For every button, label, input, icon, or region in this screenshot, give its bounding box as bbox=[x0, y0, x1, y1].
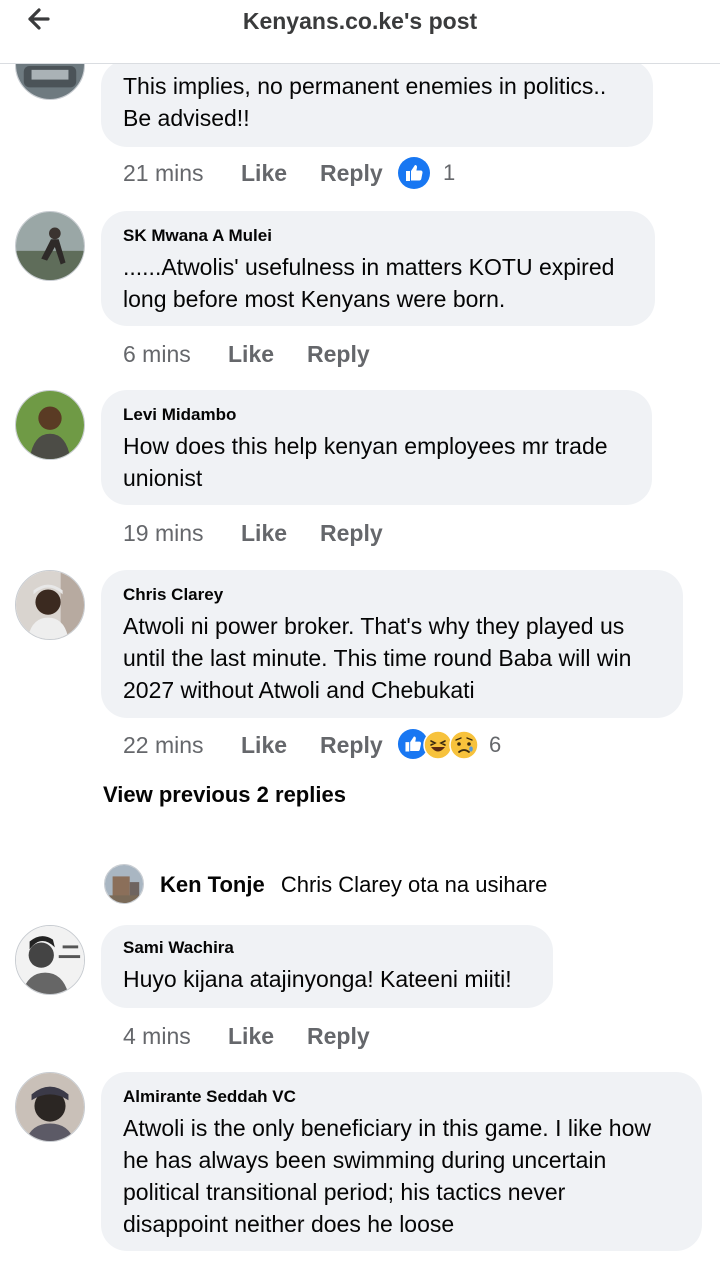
comment-actions: 4 mins Like Reply bbox=[123, 1019, 423, 1053]
avatar[interactable] bbox=[15, 1072, 85, 1142]
comment-actions: 6 mins Like Reply bbox=[123, 337, 423, 371]
reply-text: Chris Clarey ota na usihare bbox=[280, 872, 548, 897]
comment-time: 21 mins bbox=[123, 160, 204, 186]
reaction-summary[interactable]: 1 bbox=[397, 156, 467, 190]
page-title: Kenyans.co.ke's post bbox=[242, 8, 478, 34]
like-button[interactable]: Like bbox=[241, 516, 287, 550]
comment-bubble[interactable]: Chris Clarey Atwoli ni power broker. Tha… bbox=[101, 570, 683, 718]
avatar[interactable] bbox=[15, 925, 85, 995]
commenter-name[interactable]: Sami Wachira bbox=[123, 937, 531, 959]
comment-text: How does this help kenyan employees mr t… bbox=[123, 433, 608, 491]
comment-bubble[interactable]: This implies, no permanent enemies in po… bbox=[101, 60, 653, 147]
reaction-count: 6 bbox=[489, 732, 502, 757]
avatar[interactable] bbox=[15, 570, 85, 640]
top-bar: Kenyans.co.ke's post bbox=[0, 0, 720, 64]
reply-button[interactable]: Reply bbox=[320, 516, 383, 550]
like-button[interactable]: Like bbox=[228, 337, 274, 371]
comment-time: 22 mins bbox=[123, 732, 204, 758]
comment-text: Atwoli is the only beneficiary in this g… bbox=[123, 1115, 651, 1237]
reply-button[interactable]: Reply bbox=[307, 337, 370, 371]
comment-time: 4 mins bbox=[123, 1023, 191, 1049]
avatar[interactable] bbox=[15, 390, 85, 460]
sad-reaction-icon bbox=[449, 730, 479, 760]
comment-text: This implies, no permanent enemies in po… bbox=[123, 73, 607, 131]
avatar[interactable] bbox=[15, 211, 85, 281]
reply-button[interactable]: Reply bbox=[320, 728, 383, 762]
comment-time: 6 mins bbox=[123, 341, 191, 367]
comment-text: Huyo kijana atajinyonga! Kateeni miiti! bbox=[123, 966, 512, 992]
comment-text: ......Atwolis' usefulness in matters KOT… bbox=[123, 254, 615, 312]
comment-actions: 22 mins Like Reply 6 bbox=[123, 728, 543, 762]
view-previous-replies-link[interactable]: View previous 2 replies bbox=[103, 782, 346, 808]
like-reaction-icon bbox=[398, 157, 430, 189]
avatar[interactable] bbox=[104, 864, 144, 904]
commenter-name[interactable]: Chris Clarey bbox=[123, 584, 661, 606]
reply-author-name[interactable]: Ken Tonje bbox=[160, 872, 265, 897]
commenter-name[interactable]: SK Mwana A Mulei bbox=[123, 225, 633, 247]
commenter-name[interactable]: Levi Midambo bbox=[123, 404, 630, 426]
reply-preview[interactable]: Ken Tonje Chris Clarey ota na usihare bbox=[160, 872, 547, 898]
reply-button[interactable]: Reply bbox=[320, 156, 383, 190]
like-button[interactable]: Like bbox=[241, 728, 287, 762]
reaction-summary[interactable]: 6 bbox=[397, 728, 537, 762]
comment-actions: 21 mins Like Reply 1 bbox=[123, 156, 603, 190]
comment-bubble[interactable]: Almirante Seddah VC Atwoli is the only b… bbox=[101, 1072, 702, 1251]
comment-text: Atwoli ni power broker. That's why they … bbox=[123, 613, 632, 703]
comment-time: 19 mins bbox=[123, 520, 204, 546]
comment-bubble[interactable]: Levi Midambo How does this help kenyan e… bbox=[101, 390, 652, 505]
comment-actions: 19 mins Like Reply bbox=[123, 516, 443, 550]
like-button[interactable]: Like bbox=[241, 156, 287, 190]
commenter-name[interactable]: Almirante Seddah VC bbox=[123, 1086, 680, 1108]
like-button[interactable]: Like bbox=[228, 1019, 274, 1053]
reply-button[interactable]: Reply bbox=[307, 1019, 370, 1053]
reaction-count: 1 bbox=[443, 160, 456, 185]
comment-bubble[interactable]: Sami Wachira Huyo kijana atajinyonga! Ka… bbox=[101, 925, 553, 1008]
comment-bubble[interactable]: SK Mwana A Mulei ......Atwolis' usefulne… bbox=[101, 211, 655, 326]
